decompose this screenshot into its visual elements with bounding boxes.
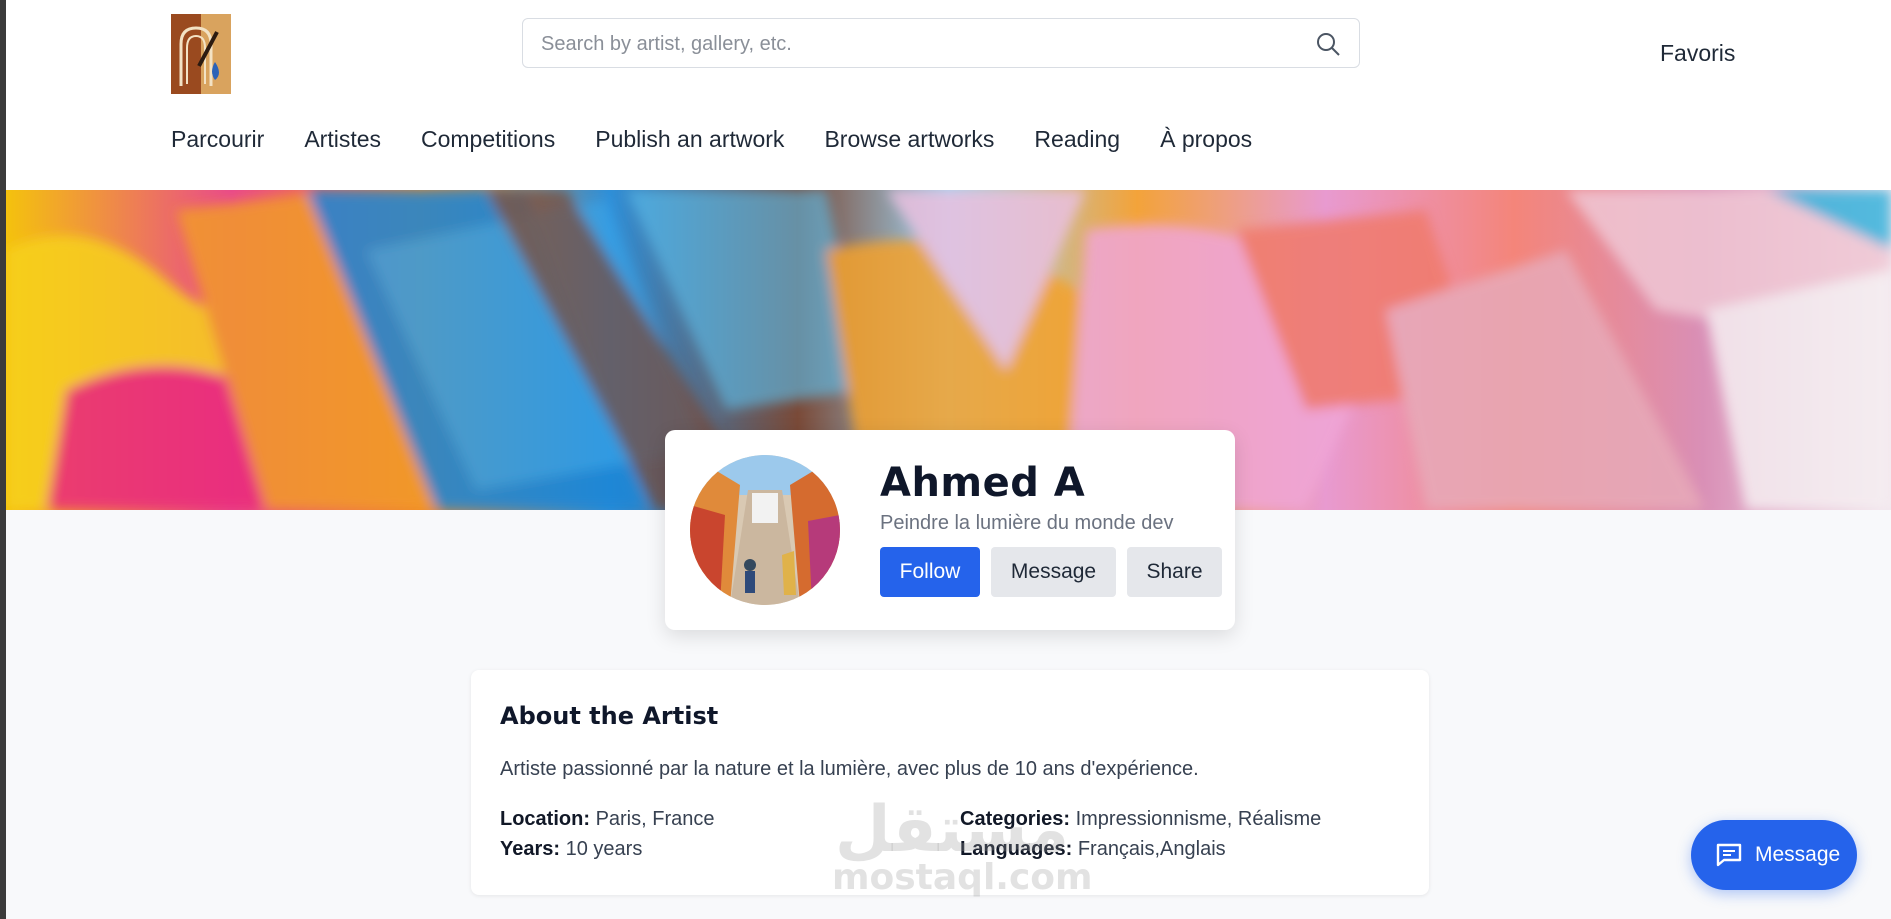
follow-button[interactable]: Follow bbox=[880, 547, 980, 597]
nav-item-competitions[interactable]: Competitions bbox=[421, 126, 555, 153]
years-value: 10 years bbox=[565, 838, 643, 860]
years-fact: Years: 10 years bbox=[500, 838, 642, 861]
share-button[interactable]: Share bbox=[1127, 547, 1222, 597]
nav-item-a-propos[interactable]: À propos bbox=[1160, 126, 1252, 153]
main-nav: Parcourir Artistes Competitions Publish … bbox=[171, 126, 1292, 153]
categories-fact: Categories: Impressionnisme, Réalisme bbox=[960, 808, 1321, 831]
page: Favoris Parcourir Artistes Competitions … bbox=[6, 0, 1891, 919]
artist-name: Ahmed A bbox=[880, 460, 1086, 506]
floating-message-button[interactable]: Message bbox=[1691, 820, 1857, 890]
search-input[interactable] bbox=[539, 19, 1303, 69]
avatar[interactable] bbox=[690, 455, 840, 605]
message-button[interactable]: Message bbox=[991, 547, 1116, 597]
about-artist-card: About the Artist Artiste passionné par l… bbox=[471, 670, 1429, 895]
languages-label: Languages: bbox=[960, 838, 1073, 860]
search-bar bbox=[522, 18, 1360, 69]
categories-label: Categories: bbox=[960, 808, 1071, 830]
languages-value: Français,Anglais bbox=[1077, 838, 1226, 860]
artist-tagline: Peindre la lumière du monde dev bbox=[880, 512, 1174, 534]
languages-fact: Languages: Français,Anglais bbox=[960, 838, 1226, 861]
location-label: Location: bbox=[500, 808, 590, 830]
nav-item-parcourir[interactable]: Parcourir bbox=[171, 126, 264, 153]
nav-item-publish-artwork[interactable]: Publish an artwork bbox=[595, 126, 784, 153]
location-fact: Location: Paris, France bbox=[500, 808, 715, 831]
years-label: Years: bbox=[500, 838, 561, 860]
search-icon[interactable] bbox=[1315, 31, 1341, 57]
favorites-link[interactable]: Favoris bbox=[1660, 40, 1735, 67]
about-title: About the Artist bbox=[500, 702, 719, 730]
nav-item-artistes[interactable]: Artistes bbox=[304, 126, 381, 153]
location-value: Paris, France bbox=[595, 808, 715, 830]
header: Favoris Parcourir Artistes Competitions … bbox=[6, 0, 1891, 190]
about-bio: Artiste passionné par la nature et la lu… bbox=[500, 758, 1199, 780]
categories-value: Impressionnisme, Réalisme bbox=[1075, 808, 1322, 830]
nav-item-reading[interactable]: Reading bbox=[1034, 126, 1120, 153]
nav-item-browse-artworks[interactable]: Browse artworks bbox=[824, 126, 994, 153]
floating-message-label: Message bbox=[1755, 843, 1841, 866]
chat-bubble-icon bbox=[1715, 842, 1743, 868]
paintbrush-logo-icon[interactable] bbox=[171, 14, 231, 94]
artist-profile-card: Ahmed A Peindre la lumière du monde dev … bbox=[665, 430, 1235, 630]
